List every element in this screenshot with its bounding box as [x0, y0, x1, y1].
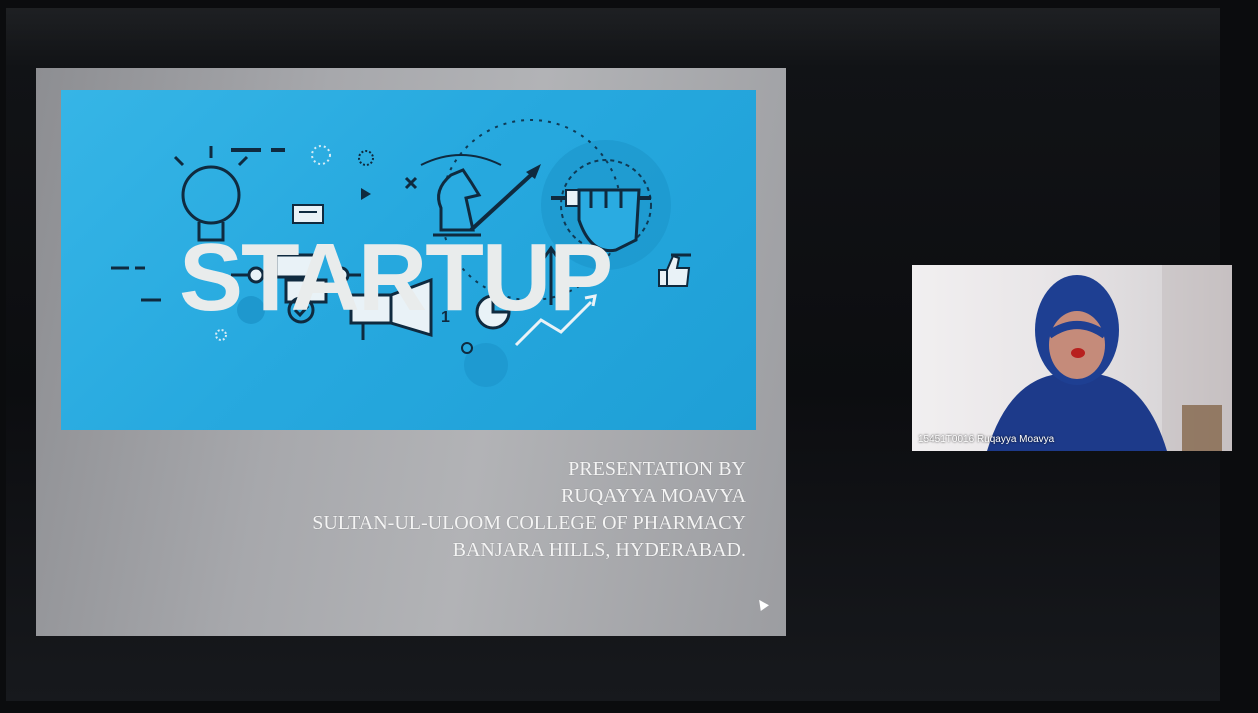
- thumbs-up-icon: [658, 254, 691, 287]
- presenter-college: SULTAN-UL-ULOOM COLLEGE OF PHARMACY: [312, 512, 746, 534]
- presenter-name: RUQAYYA MOAVYA: [560, 485, 746, 507]
- screen-glare: [6, 8, 1220, 68]
- startup-banner: 1 STARTUP: [61, 90, 756, 430]
- mouse-cursor-icon: [755, 597, 769, 611]
- meeting-screen: 1 STARTUP PRESENTATION BY RUQAYYA MOAVYA…: [6, 8, 1232, 701]
- presenter-location: BANJARA HILLS, HYDERABAD.: [452, 539, 746, 561]
- startup-title: STARTUP: [179, 224, 613, 331]
- participant-name-label: 15451T0016 Ruqayya Moavya: [918, 434, 1055, 445]
- shared-slide: 1 STARTUP PRESENTATION BY RUQAYYA MOAVYA…: [36, 68, 786, 636]
- participant-video-tile[interactable]: 15451T0016 Ruqayya Moavya: [912, 265, 1232, 451]
- participant-video: [987, 265, 1232, 451]
- presenter-info: PRESENTATION BY RUQAYYA MOAVYA SULTAN-UL…: [126, 456, 746, 564]
- presenter-line: PRESENTATION BY: [568, 458, 746, 480]
